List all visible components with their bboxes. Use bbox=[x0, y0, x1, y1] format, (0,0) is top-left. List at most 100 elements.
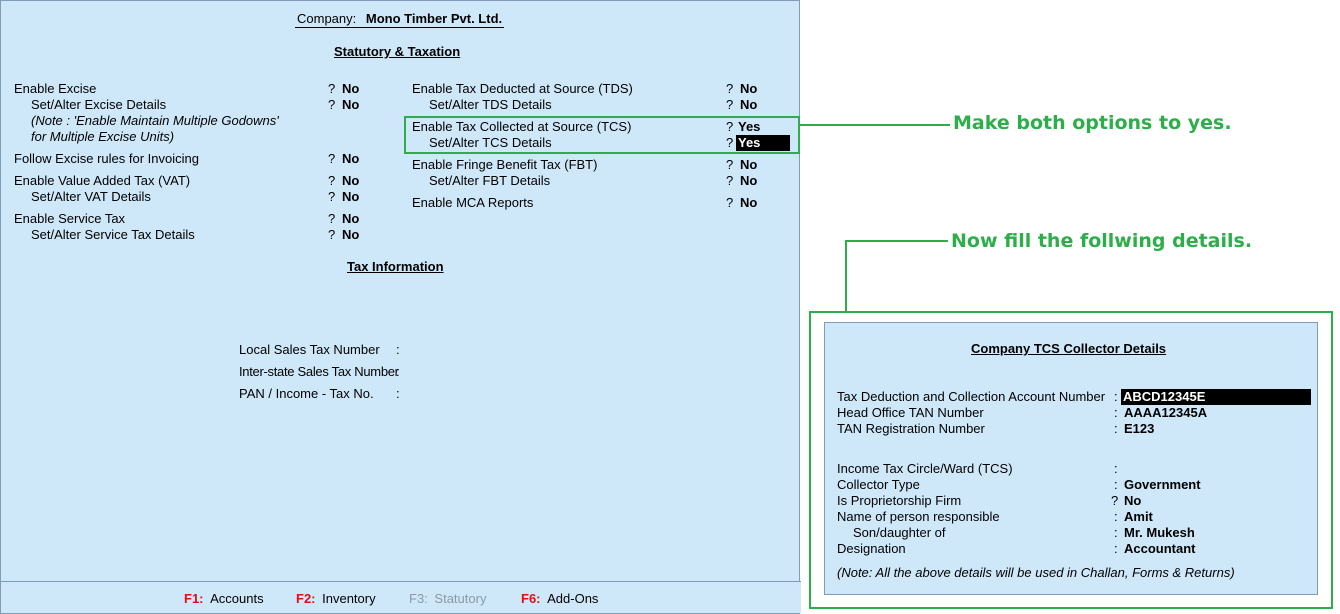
option-label-vat-details: Set/Alter VAT Details bbox=[31, 189, 151, 204]
option-value-excise-details[interactable]: No bbox=[342, 97, 359, 113]
local-sales-tax-label: Local Sales Tax Number bbox=[239, 342, 380, 357]
tcs-circle-ward-field[interactable] bbox=[1124, 461, 1304, 477]
f2-label: Inventory bbox=[322, 591, 376, 606]
question-mark: ? bbox=[328, 227, 336, 242]
tcs-person-responsible-field[interactable]: Amit bbox=[1124, 509, 1153, 525]
pan-label: PAN / Income - Tax No. bbox=[239, 386, 374, 401]
f1-key: F1: bbox=[184, 591, 204, 606]
question-mark: ? bbox=[726, 195, 734, 210]
option-label-enable-tds: Enable Tax Deducted at Source (TDS) bbox=[412, 81, 633, 96]
option-value-enable-tds[interactable]: No bbox=[740, 81, 757, 97]
annotation-connector-1 bbox=[800, 124, 950, 126]
inter-state-sales-tax-label: Inter-state Sales Tax Number bbox=[239, 364, 399, 379]
option-value-enable-vat[interactable]: No bbox=[342, 173, 359, 189]
tcs-label-head-office-tan: Head Office TAN Number bbox=[837, 405, 984, 420]
colon: : bbox=[1114, 389, 1118, 404]
tcs-son-daughter-of-field[interactable]: Mr. Mukesh bbox=[1124, 525, 1195, 541]
footer-f3-statutory: F3: Statutory bbox=[409, 591, 486, 607]
colon: : bbox=[1114, 477, 1118, 492]
option-value-service-tax-details[interactable]: No bbox=[342, 227, 359, 243]
option-label-excise-details: Set/Alter Excise Details bbox=[31, 97, 167, 112]
option-label-enable-mca: Enable MCA Reports bbox=[412, 195, 534, 210]
option-label-excise-invoicing: Follow Excise rules for Invoicing bbox=[14, 151, 199, 166]
tcs-panel-title: Company TCS Collector Details bbox=[971, 341, 1167, 356]
option-label-tds-details: Set/Alter TDS Details bbox=[429, 97, 552, 112]
question-mark: ? bbox=[726, 81, 734, 96]
f3-label: Statutory bbox=[434, 591, 487, 606]
tcs-note: (Note: All the above details will be use… bbox=[837, 565, 1235, 580]
colon: : bbox=[1114, 509, 1118, 524]
option-value-enable-fbt[interactable]: No bbox=[740, 157, 757, 173]
option-label-enable-excise: Enable Excise bbox=[14, 81, 97, 96]
tcs-label-proprietorship: Is Proprietorship Firm bbox=[837, 493, 962, 508]
option-label-enable-fbt: Enable Fringe Benefit Tax (FBT) bbox=[412, 157, 598, 172]
colon: : bbox=[1114, 421, 1118, 436]
colon: : bbox=[396, 364, 400, 379]
tcs-label-designation: Designation bbox=[837, 541, 906, 556]
tcs-head-office-tan-field[interactable]: AAAA12345A bbox=[1124, 405, 1207, 421]
annotation-make-yes: Make both options to yes. bbox=[953, 112, 1232, 134]
annotation-fill-details: Now fill the follwing details. bbox=[951, 230, 1253, 252]
option-value-excise-invoicing[interactable]: No bbox=[342, 151, 359, 167]
option-label-service-tax-details: Set/Alter Service Tax Details bbox=[31, 227, 195, 242]
tcs-proprietorship-field[interactable]: No bbox=[1124, 493, 1141, 509]
f1-label: Accounts bbox=[210, 591, 264, 606]
tcs-designation-field[interactable]: Accountant bbox=[1124, 541, 1196, 557]
colon: : bbox=[1114, 541, 1118, 556]
function-key-bar: F1: Accounts F2: Inventory F3: Statutory… bbox=[1, 581, 801, 613]
question-mark: ? bbox=[1111, 493, 1119, 508]
colon: : bbox=[396, 386, 400, 401]
question-mark: ? bbox=[328, 211, 336, 226]
tcs-account-number-field[interactable]: ABCD12345E bbox=[1121, 389, 1311, 405]
footer-f2-inventory[interactable]: F2: Inventory bbox=[296, 591, 376, 607]
tcs-collector-details-panel: Company TCS Collector Details Tax Deduct… bbox=[824, 322, 1318, 595]
question-mark: ? bbox=[328, 189, 336, 204]
colon: : bbox=[1114, 405, 1118, 420]
question-mark: ? bbox=[726, 97, 734, 112]
tcs-collector-type-field[interactable]: Government bbox=[1124, 477, 1201, 493]
option-value-fbt-details[interactable]: No bbox=[740, 173, 757, 189]
tax-info-title: Tax Information bbox=[347, 259, 444, 274]
excise-note-line1: (Note : 'Enable Maintain Multiple Godown… bbox=[31, 113, 279, 128]
tcs-label-son-daughter-of: Son/daughter of bbox=[853, 525, 946, 540]
pan-field[interactable] bbox=[406, 386, 586, 402]
tcs-label-collector-type: Collector Type bbox=[837, 477, 920, 492]
company-label: Company: bbox=[297, 11, 357, 26]
option-value-enable-excise[interactable]: No bbox=[342, 81, 359, 97]
colon: : bbox=[396, 342, 400, 357]
question-mark: ? bbox=[726, 157, 734, 172]
annotation-connector-2h bbox=[845, 240, 948, 242]
excise-note-line2: for Multiple Excise Units) bbox=[31, 129, 175, 144]
question-mark: ? bbox=[328, 173, 336, 188]
footer-f1-accounts[interactable]: F1: Accounts bbox=[184, 591, 264, 607]
option-value-vat-details[interactable]: No bbox=[342, 189, 359, 205]
tcs-label-person-responsible: Name of person responsible bbox=[837, 509, 1000, 524]
annotation-connector-2v bbox=[845, 240, 847, 312]
company-header: Company: Mono Timber Pvt. Ltd. bbox=[295, 11, 505, 28]
statutory-taxation-panel: Company: Mono Timber Pvt. Ltd. Statutory… bbox=[0, 0, 801, 614]
option-value-enable-mca[interactable]: No bbox=[740, 195, 757, 211]
local-sales-tax-field[interactable] bbox=[406, 342, 586, 358]
question-mark: ? bbox=[726, 173, 734, 188]
option-label-enable-service-tax: Enable Service Tax bbox=[14, 211, 126, 226]
tcs-highlight-box bbox=[404, 116, 800, 154]
tcs-label-circle-ward: Income Tax Circle/Ward (TCS) bbox=[837, 461, 1013, 476]
footer-f6-addons[interactable]: F6: Add-Ons bbox=[521, 591, 598, 607]
inter-state-sales-tax-field[interactable] bbox=[406, 364, 586, 380]
page-title: Statutory & Taxation bbox=[334, 44, 461, 59]
option-label-enable-vat: Enable Value Added Tax (VAT) bbox=[14, 173, 191, 188]
tcs-label-account-number: Tax Deduction and Collection Account Num… bbox=[837, 389, 1106, 404]
colon: : bbox=[1114, 461, 1118, 476]
f3-key: F3: bbox=[409, 591, 428, 606]
colon: : bbox=[1114, 525, 1118, 540]
f6-label: Add-Ons bbox=[547, 591, 599, 606]
f6-key: F6: bbox=[521, 591, 541, 606]
option-value-tds-details[interactable]: No bbox=[740, 97, 757, 113]
question-mark: ? bbox=[328, 81, 336, 96]
option-label-fbt-details: Set/Alter FBT Details bbox=[429, 173, 551, 188]
option-value-enable-service-tax[interactable]: No bbox=[342, 211, 359, 227]
tcs-tan-registration-field[interactable]: E123 bbox=[1124, 421, 1154, 437]
f2-key: F2: bbox=[296, 591, 316, 606]
question-mark: ? bbox=[328, 97, 336, 112]
question-mark: ? bbox=[328, 151, 336, 166]
